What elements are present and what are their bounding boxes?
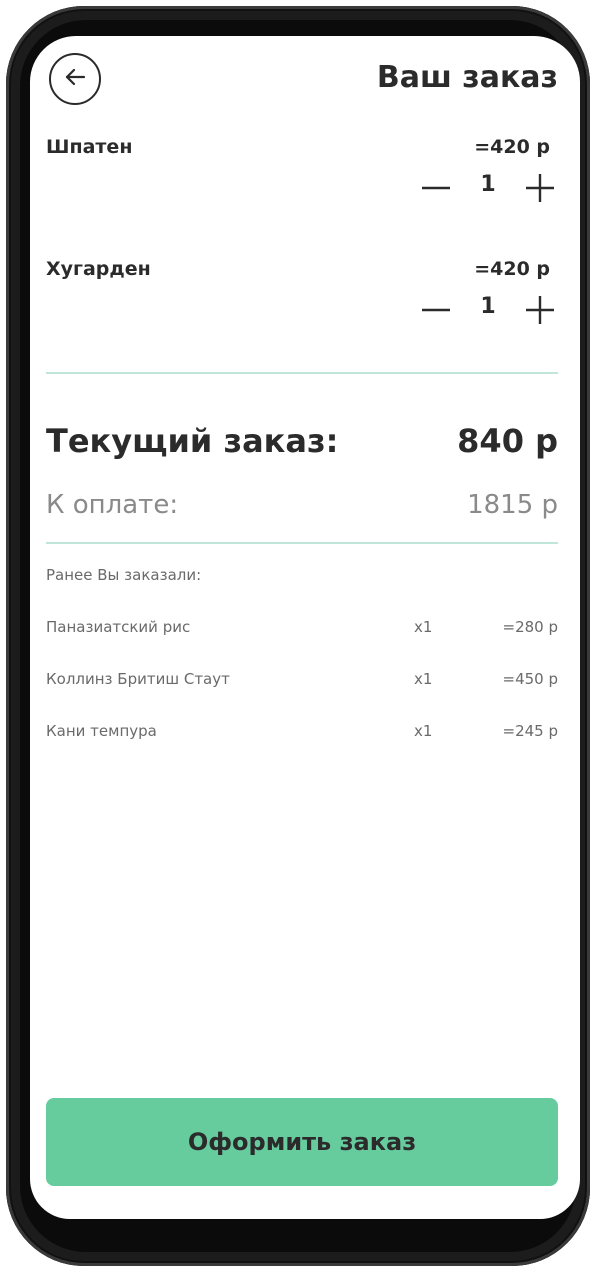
- checkout-button[interactable]: Оформить заказ: [46, 1098, 558, 1186]
- decrease-quantity-button[interactable]: [418, 166, 454, 210]
- minus-icon: [418, 166, 454, 210]
- page-title: Ваш заказ: [376, 60, 558, 95]
- plus-icon: [522, 288, 558, 332]
- decrease-quantity-button[interactable]: [418, 288, 454, 332]
- previous-item-name: Паназиатский рис: [46, 618, 191, 636]
- back-button[interactable]: [49, 53, 101, 105]
- previous-item-price: =450 р: [502, 670, 559, 688]
- previous-item-qty: x1: [414, 618, 433, 636]
- previous-item-price: =245 р: [502, 722, 559, 740]
- quantity-stepper: 1: [418, 288, 558, 332]
- previous-item-name: Кани темпура: [46, 722, 157, 740]
- cart-item: Хугарден =420 р 1: [46, 258, 558, 338]
- quantity-value: 1: [480, 172, 496, 197]
- previous-order-row: Кани темпура x1 =245 р: [46, 722, 558, 746]
- amount-due-label: К оплате:: [46, 490, 179, 520]
- divider: [46, 372, 558, 374]
- previous-item-price: =280 р: [502, 618, 559, 636]
- plus-icon: [522, 166, 558, 210]
- previous-order-row: Коллинз Бритиш Стаут x1 =450 р: [46, 670, 558, 694]
- previous-orders-heading: Ранее Вы заказали:: [46, 566, 202, 584]
- arrow-left-icon: [62, 64, 88, 94]
- cart-item-name: Хугарден: [46, 258, 151, 280]
- current-order-label: Текущий заказ:: [46, 422, 339, 460]
- minus-icon: [418, 288, 454, 332]
- cart-item-price: =420 р: [474, 258, 550, 280]
- increase-quantity-button[interactable]: [522, 166, 558, 210]
- divider: [46, 542, 558, 544]
- cart-item-name: Шпатен: [46, 136, 133, 158]
- previous-order-row: Паназиатский рис x1 =280 р: [46, 618, 558, 642]
- cart-item: Шпатен =420 р 1: [46, 136, 558, 216]
- previous-item-qty: x1: [414, 722, 433, 740]
- quantity-stepper: 1: [418, 166, 558, 210]
- quantity-value: 1: [480, 294, 496, 319]
- amount-due-value: 1815 р: [467, 490, 558, 520]
- cart-item-price: =420 р: [474, 136, 550, 158]
- current-order-total: 840 р: [457, 422, 558, 460]
- previous-item-qty: x1: [414, 670, 433, 688]
- order-screen: Ваш заказ Шпатен =420 р 1 Хугарден =420 …: [30, 36, 580, 1219]
- previous-item-name: Коллинз Бритиш Стаут: [46, 670, 230, 688]
- increase-quantity-button[interactable]: [522, 288, 558, 332]
